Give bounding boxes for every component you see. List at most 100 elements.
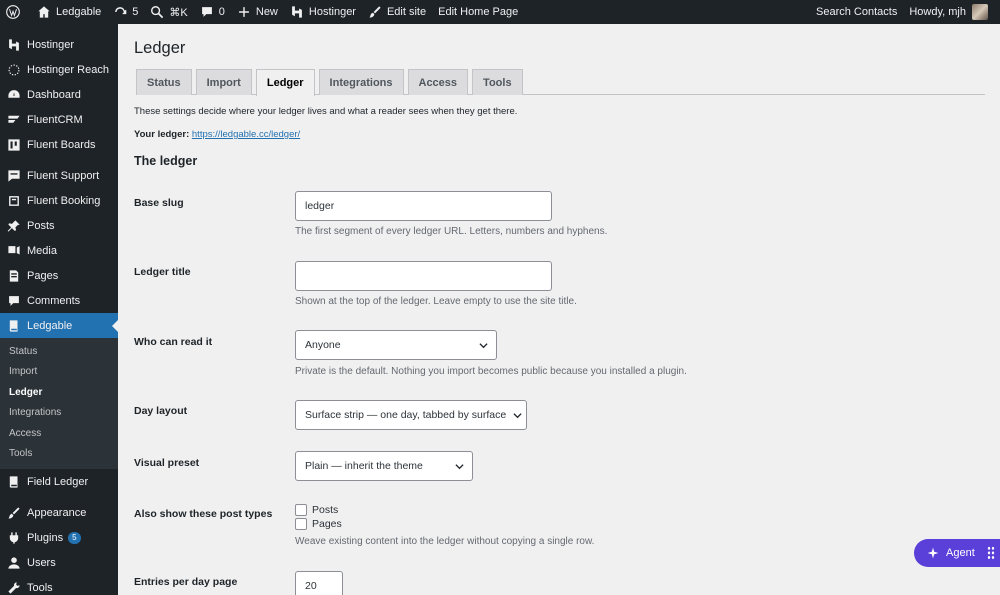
intro-text: These settings decide where your ledger … — [134, 106, 518, 117]
search-icon — [151, 6, 164, 19]
comments-link[interactable]: 0 — [194, 0, 231, 24]
user-icon — [6, 555, 21, 570]
sidebar-item-pages[interactable]: Pages — [0, 263, 118, 288]
dashboard-icon — [6, 87, 21, 102]
submenu-item-import[interactable]: Import — [0, 362, 118, 383]
avatar — [972, 4, 988, 20]
sparkle-icon — [927, 547, 939, 559]
tab-integrations[interactable]: Integrations — [318, 69, 404, 95]
who-can-read-select[interactable]: Anyone — [295, 330, 497, 360]
who-can-read-value: Anyone — [305, 339, 341, 351]
day-layout-select[interactable]: Surface strip — one day, tabbed by surfa… — [295, 400, 527, 430]
sidebar-item-ledgable[interactable]: Ledgable — [0, 313, 118, 338]
submenu-item-integrations[interactable]: Integrations — [0, 403, 118, 424]
sidebar-item-hostinger-reach[interactable]: Hostinger Reach — [0, 57, 118, 82]
pin-icon — [6, 218, 21, 233]
new-content-link[interactable]: New — [231, 0, 284, 24]
brush-icon — [369, 6, 381, 18]
sidebar-item-posts[interactable]: Posts — [0, 213, 118, 238]
visual-preset-select[interactable]: Plain — inherit the theme — [295, 451, 473, 481]
sidebar-item-fluent-booking[interactable]: Fluent Booking — [0, 188, 118, 213]
submenu-item-ledger[interactable]: Ledger — [0, 382, 118, 403]
ledgable-submenu: Status Import Ledger Integrations Access… — [0, 338, 118, 469]
sidebar-item-media[interactable]: Media — [0, 238, 118, 263]
entries-per-day-label: Entries per day page — [134, 576, 238, 588]
tab-status[interactable]: Status — [136, 69, 192, 95]
book-icon — [6, 474, 21, 489]
main-content: Ledger Status Import Ledger Integrations… — [118, 24, 1000, 595]
base-slug-description: The first segment of every ledger URL. L… — [295, 226, 608, 237]
search-contacts-link[interactable]: Search Contacts — [810, 0, 903, 24]
sidebar-item-hostinger[interactable]: Hostinger — [0, 32, 118, 57]
sidebar-item-appearance[interactable]: Appearance — [0, 500, 118, 525]
home-icon — [38, 6, 50, 18]
submenu-item-tools[interactable]: Tools — [0, 444, 118, 465]
tab-access[interactable]: Access — [407, 69, 469, 95]
command-search[interactable]: ⌘K — [144, 0, 193, 24]
submenu-item-access[interactable]: Access — [0, 423, 118, 444]
booking-icon — [6, 193, 21, 208]
comment-bubble-icon — [201, 7, 212, 17]
updates-link[interactable]: 5 — [107, 0, 144, 24]
pages-checkbox[interactable] — [295, 518, 307, 530]
sidebar-item-field-ledger[interactable]: Field Ledger — [0, 469, 118, 494]
wordpress-logo-icon[interactable] — [0, 0, 31, 24]
entries-per-day-input[interactable]: 20 — [295, 571, 343, 595]
refresh-icon — [115, 7, 127, 15]
who-can-read-description: Private is the default. Nothing you impo… — [295, 366, 687, 377]
day-layout-label: Day layout — [134, 405, 188, 417]
brush-icon — [6, 505, 21, 520]
site-name-link[interactable]: Ledgable — [31, 0, 107, 24]
page-title: Ledger — [134, 39, 186, 57]
plugins-update-badge: 5 — [68, 531, 81, 544]
tab-import[interactable]: Import — [195, 69, 252, 95]
sidebar-item-dashboard[interactable]: Dashboard — [0, 82, 118, 107]
boards-icon — [6, 137, 21, 152]
tab-tools[interactable]: Tools — [472, 69, 523, 95]
sidebar-item-plugins[interactable]: Plugins 5 — [0, 525, 118, 550]
sidebar-item-fluent-boards[interactable]: Fluent Boards — [0, 132, 118, 157]
pages-icon — [6, 268, 21, 283]
base-slug-input[interactable]: ledger — [295, 191, 552, 221]
account-menu[interactable]: Howdy, mjh — [903, 0, 994, 24]
ledger-title-description: Shown at the top of the ledger. Leave em… — [295, 296, 577, 307]
post-types-option-posts[interactable]: Posts — [295, 504, 338, 516]
sidebar-item-fluent-support[interactable]: Fluent Support — [0, 163, 118, 188]
settings-tabs: Status Import Ledger Integrations Access… — [136, 69, 985, 96]
edit-home-page-link[interactable]: Edit Home Page — [432, 0, 524, 24]
posts-checkbox[interactable] — [295, 504, 307, 516]
admin-bar: Ledgable 5 ⌘K 0 New Hostinger Edit site … — [0, 0, 1000, 24]
hostinger-icon — [291, 6, 302, 18]
edit-site-link[interactable]: Edit site — [362, 0, 432, 24]
plugin-icon — [6, 530, 21, 545]
book-icon — [6, 318, 21, 333]
tab-ledger[interactable]: Ledger — [255, 69, 315, 96]
post-types-option-pages[interactable]: Pages — [295, 518, 342, 530]
who-can-read-label: Who can read it — [134, 336, 213, 348]
day-layout-value: Surface strip — one day, tabbed by surfa… — [305, 409, 507, 421]
plus-icon — [238, 7, 249, 17]
fluentcrm-icon — [6, 112, 21, 127]
post-types-label: Also show these post types — [134, 508, 273, 520]
post-types-description: Weave existing content into the ledger w… — [295, 536, 595, 547]
ledger-title-label: Ledger title — [134, 266, 191, 278]
sidebar-item-comments[interactable]: Comments — [0, 288, 118, 313]
chevron-down-icon — [513, 413, 522, 419]
agent-button[interactable]: Agent — [914, 539, 1000, 567]
support-icon — [6, 168, 21, 183]
visual-preset-label: Visual preset — [134, 457, 200, 469]
drag-handle-icon[interactable] — [986, 546, 995, 560]
media-icon — [6, 243, 21, 258]
wrench-icon — [6, 580, 21, 595]
chevron-down-icon — [455, 464, 464, 470]
submenu-item-status[interactable]: Status — [0, 341, 118, 362]
sidebar-item-tools[interactable]: Tools — [0, 575, 118, 595]
ledger-url-link[interactable]: https://ledgable.cc/ledger/ — [192, 129, 300, 140]
hostinger-link[interactable]: Hostinger — [284, 0, 362, 24]
sidebar-item-fluentcrm[interactable]: FluentCRM — [0, 107, 118, 132]
sidebar-item-users[interactable]: Users — [0, 550, 118, 575]
hostinger-icon — [6, 37, 21, 52]
section-title: The ledger — [134, 154, 198, 168]
ledger-title-input[interactable] — [295, 261, 552, 291]
your-ledger-line: Your ledger: https://ledgable.cc/ledger/ — [134, 129, 300, 140]
